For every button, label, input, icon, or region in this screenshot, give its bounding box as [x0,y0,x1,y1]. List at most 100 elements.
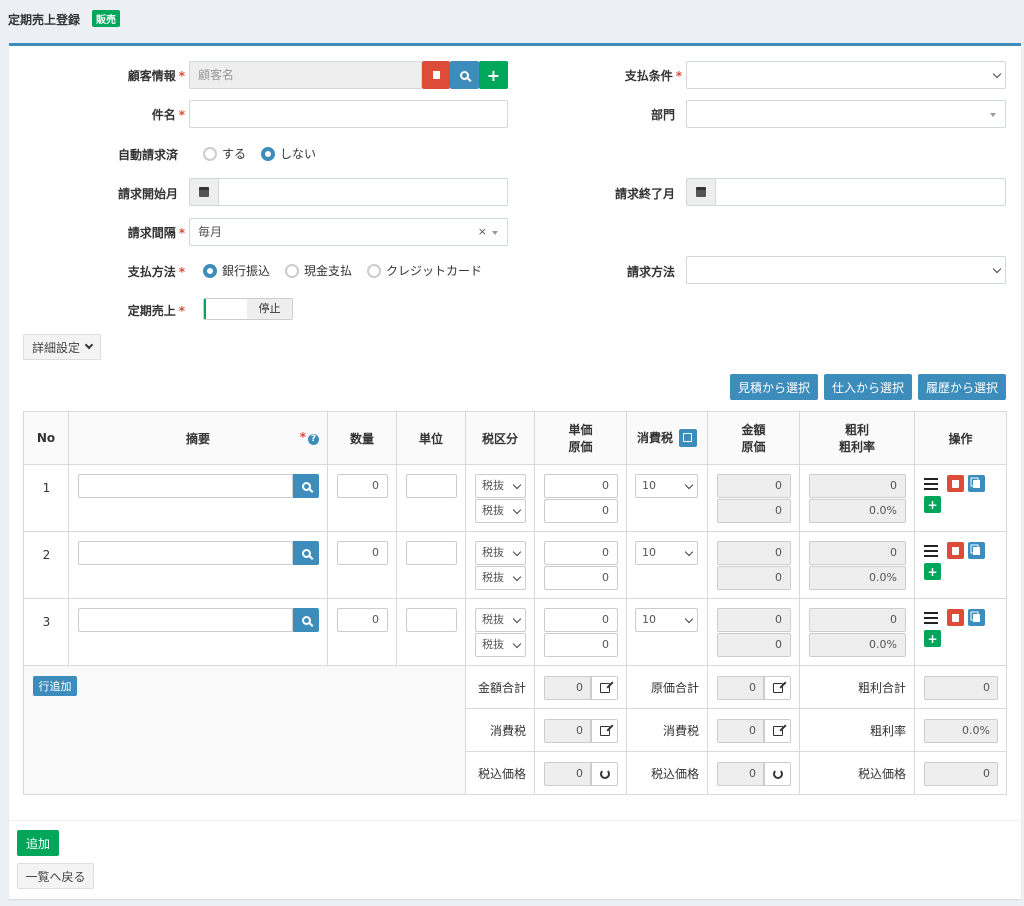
add-row-button[interactable]: 行追加 [33,676,77,696]
tax-class-select[interactable]: 税抜 [475,566,526,590]
payment-terms-select[interactable] [686,61,1006,89]
price-input[interactable]: 0 [544,608,618,632]
add-button[interactable]: 追加 [17,830,59,856]
copy-row-button[interactable] [968,542,985,559]
add-customer-button[interactable]: + [479,61,508,89]
tax-class-select[interactable]: 税抜 [475,541,526,565]
refresh-incl-button[interactable] [591,762,618,786]
summary-input[interactable] [78,608,293,632]
radio-icon [203,146,217,161]
billing-start-input[interactable] [218,178,508,206]
detail-settings-button[interactable]: 詳細設定 [23,334,101,360]
edit-icon [772,726,783,736]
billing-start-label: 請求開始月 [117,187,178,201]
insert-row-button[interactable]: + [924,630,941,647]
department-select[interactable] [686,100,1006,128]
drag-handle-icon[interactable] [924,545,938,557]
search-customer-button[interactable] [450,61,479,89]
subject-input[interactable] [189,100,508,128]
cost-input[interactable]: 0 [544,566,618,590]
cost-total-label: 原価合計 [650,681,699,695]
summary-input[interactable] [78,541,293,565]
cost-input[interactable]: 0 [544,633,618,657]
tax-class-select[interactable]: 税抜 [475,499,526,523]
select-from-history-button[interactable]: 履歴から選択 [918,374,1006,400]
qty-input[interactable]: 0 [337,541,388,565]
search-item-button[interactable] [293,474,319,498]
tax-rate-select[interactable]: 10 [635,608,698,632]
edit-cost-tax-button[interactable] [764,719,791,743]
payment-bank[interactable]: 銀行振込 [203,262,270,279]
qty-input[interactable]: 0 [337,608,388,632]
summary-input[interactable] [78,474,293,498]
tax-class-select[interactable]: 税抜 [475,474,526,498]
edit-tax-total-button[interactable] [591,719,618,743]
plus-icon: + [927,564,938,579]
calendar-button[interactable] [686,178,716,206]
profit-total-label: 粗利合計 [857,681,906,695]
search-item-button[interactable] [293,541,319,565]
drag-handle-icon[interactable] [924,478,938,490]
radio-checked-icon [203,263,217,278]
edit-amount-total-button[interactable] [591,676,618,700]
refresh-incl-cost-button[interactable] [764,762,791,786]
insert-row-button[interactable]: + [924,496,941,513]
clear-customer-button[interactable] [422,61,450,89]
caret-down-icon [990,113,996,117]
cost-tax-value: 0 [717,719,764,743]
unit-input[interactable] [406,608,457,632]
trash-icon [952,546,959,555]
unit-input[interactable] [406,541,457,565]
delete-row-button[interactable] [947,609,964,626]
trash-icon [952,613,959,622]
back-to-list-button[interactable]: 一覧へ戻る [17,863,94,889]
delete-row-button[interactable] [947,475,964,492]
header-amount: 金額 原価 [707,411,800,465]
tax-rate-select[interactable]: 10 [635,474,698,498]
search-item-button[interactable] [293,608,319,632]
help-icon[interactable]: ? [308,434,319,445]
select-from-purchase-button[interactable]: 仕入から選択 [824,374,912,400]
payment-method-label: 支払方法 * [127,265,185,279]
auto-billed-no[interactable]: しない [261,145,316,162]
drag-handle-icon[interactable] [924,612,938,624]
trash-icon [432,71,440,79]
edit-cost-total-button[interactable] [764,676,791,700]
tax-class-select[interactable]: 税抜 [475,608,526,632]
profit-total-value: 0 [924,676,998,700]
billing-interval-select[interactable]: 毎月 × [189,218,508,246]
payment-terms-label: 支払条件 * [624,69,682,83]
qty-input[interactable]: 0 [337,474,388,498]
price-input[interactable]: 0 [544,541,618,565]
price-input[interactable]: 0 [544,474,618,498]
incl-profit-label: 税込価格 [857,767,906,781]
delete-row-button[interactable] [947,542,964,559]
insert-row-button[interactable]: + [924,563,941,580]
auto-billed-yes[interactable]: する [203,145,246,162]
payment-cash[interactable]: 現金支払 [285,262,352,279]
clear-icon[interactable]: × [478,219,487,245]
edit-tax-button[interactable] [679,429,697,448]
header-price: 単価 原価 [534,411,627,465]
header-tax-class: 税区分 [465,411,535,465]
incl-price-value: 0 [544,762,591,786]
tax-rate-select[interactable]: 10 [635,541,698,565]
unit-input[interactable] [406,474,457,498]
customer-input[interactable]: 顧客名 [189,61,422,89]
billing-method-label: 請求方法 [626,265,675,279]
customer-label: 顧客情報 * [127,69,185,83]
billing-method-select[interactable] [686,256,1006,284]
calendar-button[interactable] [189,178,219,206]
table-row: 2 0 税抜 税抜 00 10 00 0 0.0% + [23,531,1007,599]
recurring-toggle[interactable]: 停止 [203,298,293,320]
header-profit: 粗利 粗利率 [799,411,915,465]
radio-icon [367,263,381,278]
select-from-estimate-button[interactable]: 見積から選択 [730,374,818,400]
cost-input[interactable]: 0 [544,499,618,523]
payment-credit[interactable]: クレジットカード [367,262,482,279]
row-no: 1 [42,481,51,495]
tax-class-select[interactable]: 税抜 [475,633,526,657]
billing-end-input[interactable] [715,178,1006,206]
copy-row-button[interactable] [968,475,985,492]
copy-row-button[interactable] [968,609,985,626]
